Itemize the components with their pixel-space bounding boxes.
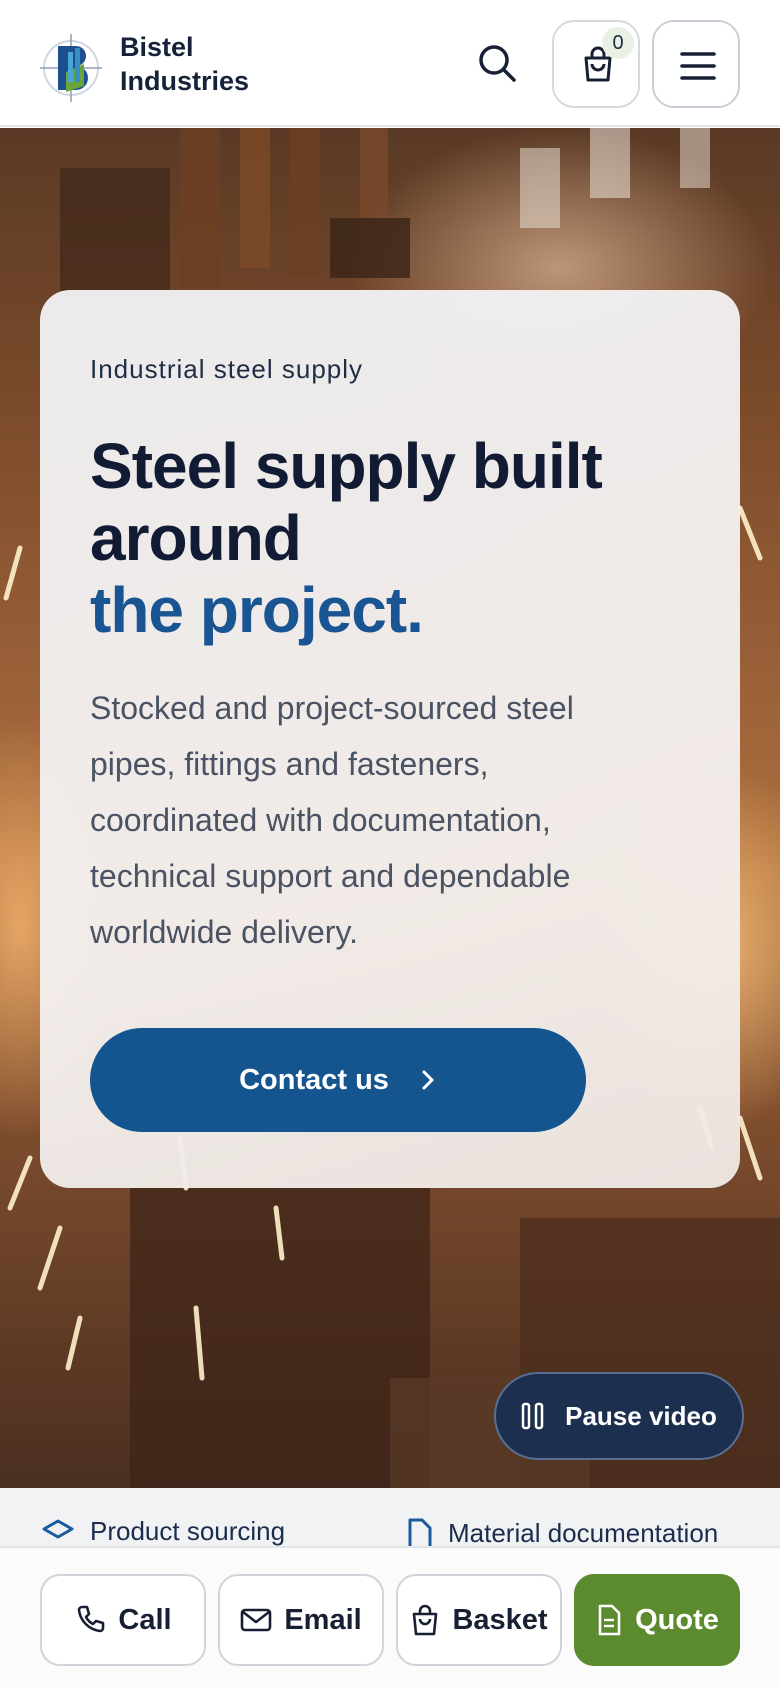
feature-label-2: Material documentation <box>448 1517 719 1548</box>
feature-material-documentation: Material documentation <box>404 1516 718 1548</box>
search-icon <box>479 45 516 82</box>
quote-label: Quote <box>635 1603 719 1636</box>
mail-icon <box>241 1608 272 1632</box>
features-strip: Product sourcing Material documentation <box>0 1488 780 1548</box>
hero-description: Stocked and project-sourced steel pipes,… <box>90 690 574 950</box>
search-button[interactable] <box>474 40 520 86</box>
feature-product-sourcing: Product sourcing <box>40 1516 285 1547</box>
hero-card: Industrial steel supply Steel supply bui… <box>40 290 740 1188</box>
headline-accent: the project. <box>90 574 424 646</box>
pause-icon <box>521 1402 544 1430</box>
hero-headline: Steel supply built around the project. <box>90 430 710 646</box>
basket-button[interactable]: Basket <box>396 1574 562 1666</box>
hero-eyebrow: Industrial steel supply <box>90 354 364 384</box>
hamburger-icon <box>680 52 716 80</box>
chevron-right-icon <box>422 1070 434 1090</box>
contact-us-button[interactable]: Contact us <box>90 1028 586 1132</box>
call-label: Call <box>118 1603 172 1636</box>
document-icon <box>598 1604 621 1636</box>
site-header: Bistel Industries 0 <box>0 0 780 127</box>
brand-name[interactable]: Bistel Industries <box>120 30 249 98</box>
bottom-action-bar: Call Email Basket Quote <box>0 1546 780 1688</box>
phone-icon <box>78 1605 105 1633</box>
menu-button[interactable] <box>652 20 740 108</box>
brand-line-1: Bistel <box>120 32 194 62</box>
feature-label-1: Product sourcing <box>90 1516 286 1546</box>
email-button[interactable]: Email <box>218 1574 384 1666</box>
layers-icon <box>42 1519 74 1538</box>
call-button[interactable]: Call <box>40 1574 206 1666</box>
pause-video-button[interactable]: Pause video <box>494 1372 744 1460</box>
basket-label: Basket <box>452 1603 548 1636</box>
document-icon <box>408 1518 432 1548</box>
contact-us-label: Contact us <box>239 1063 389 1096</box>
headline-line-2: around <box>90 502 302 574</box>
quote-button[interactable]: Quote <box>574 1574 740 1666</box>
bistel-logo[interactable] <box>40 30 102 110</box>
email-label: Email <box>284 1603 362 1636</box>
shopping-bag-icon <box>413 1604 438 1636</box>
cart-count-badge: 0 <box>602 27 634 59</box>
headline-line-1: Steel supply built <box>90 430 603 502</box>
brand-line-2: Industries <box>120 66 250 96</box>
hero-video-section: Industrial steel supply Steel supply bui… <box>0 128 780 1488</box>
pause-video-label: Pause video <box>565 1400 717 1431</box>
